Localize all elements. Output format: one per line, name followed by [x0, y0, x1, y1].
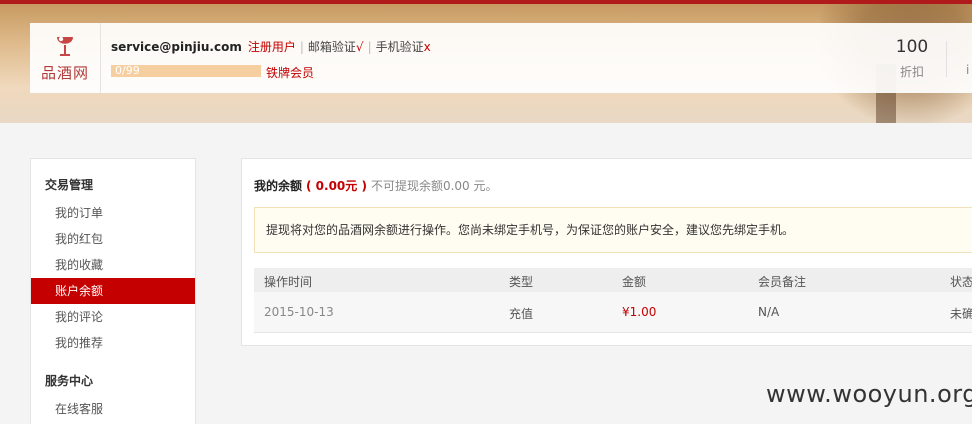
discount-label: 折扣: [899, 65, 924, 79]
column-header-type: 类型: [509, 275, 534, 289]
cell-status: 未确: [950, 307, 972, 321]
user-line: service@pinjiu.com 注册用户 | 邮箱验证√ | 手机验证x: [111, 38, 431, 55]
cell-amount: ¥1.00: [622, 305, 657, 319]
balance-amount: ( 0.00元 ): [306, 179, 367, 193]
balance-label: 我的余额: [254, 179, 303, 193]
column-header-amount: 金额: [622, 275, 647, 289]
withdraw-notice: 提现将对您的品酒网余额进行操作。您尚未绑定手机号，为保证您的账户安全，建议您先绑…: [254, 207, 972, 253]
cell-type: 充值: [509, 307, 534, 321]
sidebar-item-red-packets[interactable]: 我的红包: [31, 226, 195, 252]
column-header-note: 会员备注: [758, 275, 807, 289]
phone-verify-label: 手机验证: [375, 40, 424, 54]
stat-divider: [946, 41, 947, 77]
sidebar-section-service: 服务中心: [45, 374, 94, 388]
divider: |: [367, 40, 372, 54]
logo-text: 品酒网: [40, 63, 89, 82]
sidebar-item-reviews[interactable]: 我的评论: [31, 304, 195, 330]
watermark: www.wooyun.org: [766, 380, 972, 408]
register-user-link[interactable]: 注册用户: [248, 40, 296, 54]
user-info-card: 品酒网 service@pinjiu.com 注册用户 | 邮箱验证√ | 手机验证x 0…: [30, 23, 972, 93]
email-verified-check-icon: √: [355, 40, 364, 54]
sidebar-item-orders[interactable]: 我的订单: [31, 200, 195, 226]
user-email: service@pinjiu.com: [111, 40, 242, 54]
sidebar-section-trade: 交易管理: [45, 178, 94, 192]
sidebar-item-online-support[interactable]: 在线客服: [31, 396, 195, 422]
sidebar-item-referrals[interactable]: 我的推荐: [31, 330, 195, 356]
cell-note: N/A: [758, 305, 780, 319]
phone-unverified-x-icon: x: [423, 40, 431, 54]
discount-value: 100: [895, 37, 929, 57]
column-header-time: 操作时间: [264, 275, 313, 289]
second-stat-label: i: [966, 63, 970, 77]
balance-panel: 我的余额( 0.00元 ) 不可提现余额0.00 元。 提现将对您的品酒网余额进行…: [241, 158, 972, 346]
member-progress-bar: 0/99: [111, 65, 261, 77]
sidebar-item-favorites[interactable]: 我的收藏: [31, 252, 195, 278]
cell-time: 2015-10-13: [264, 305, 334, 319]
sidebar-nav: 交易管理 我的订单 我的红包 我的收藏 账户余额 我的评论 我的推荐 服务中心 …: [30, 158, 196, 424]
divider: |: [299, 40, 304, 54]
member-level[interactable]: 铁牌会员: [266, 64, 314, 81]
email-verify-label: 邮箱验证: [307, 40, 356, 54]
member-progress-text: 0/99: [115, 64, 140, 77]
balance-note: 不可提现余额0.00 元。: [370, 179, 498, 193]
wine-glass-logo-icon: [57, 36, 73, 56]
table-row: 2015-10-13 充值 ¥1.00 N/A 未确: [254, 292, 972, 333]
phone-verify-status[interactable]: 手机验证x: [376, 40, 431, 54]
sidebar-item-balance[interactable]: 账户余额: [31, 278, 195, 304]
site-logo[interactable]: 品酒网: [30, 23, 101, 93]
balance-summary: 我的余额( 0.00元 ) 不可提现余额0.00 元。: [254, 177, 498, 194]
column-header-status: 状态: [950, 275, 972, 289]
email-verify-status[interactable]: 邮箱验证√: [308, 40, 364, 54]
discount-stat: 100 折扣: [890, 37, 934, 80]
table-header: 操作时间 类型 金额 会员备注 状态: [254, 268, 972, 292]
